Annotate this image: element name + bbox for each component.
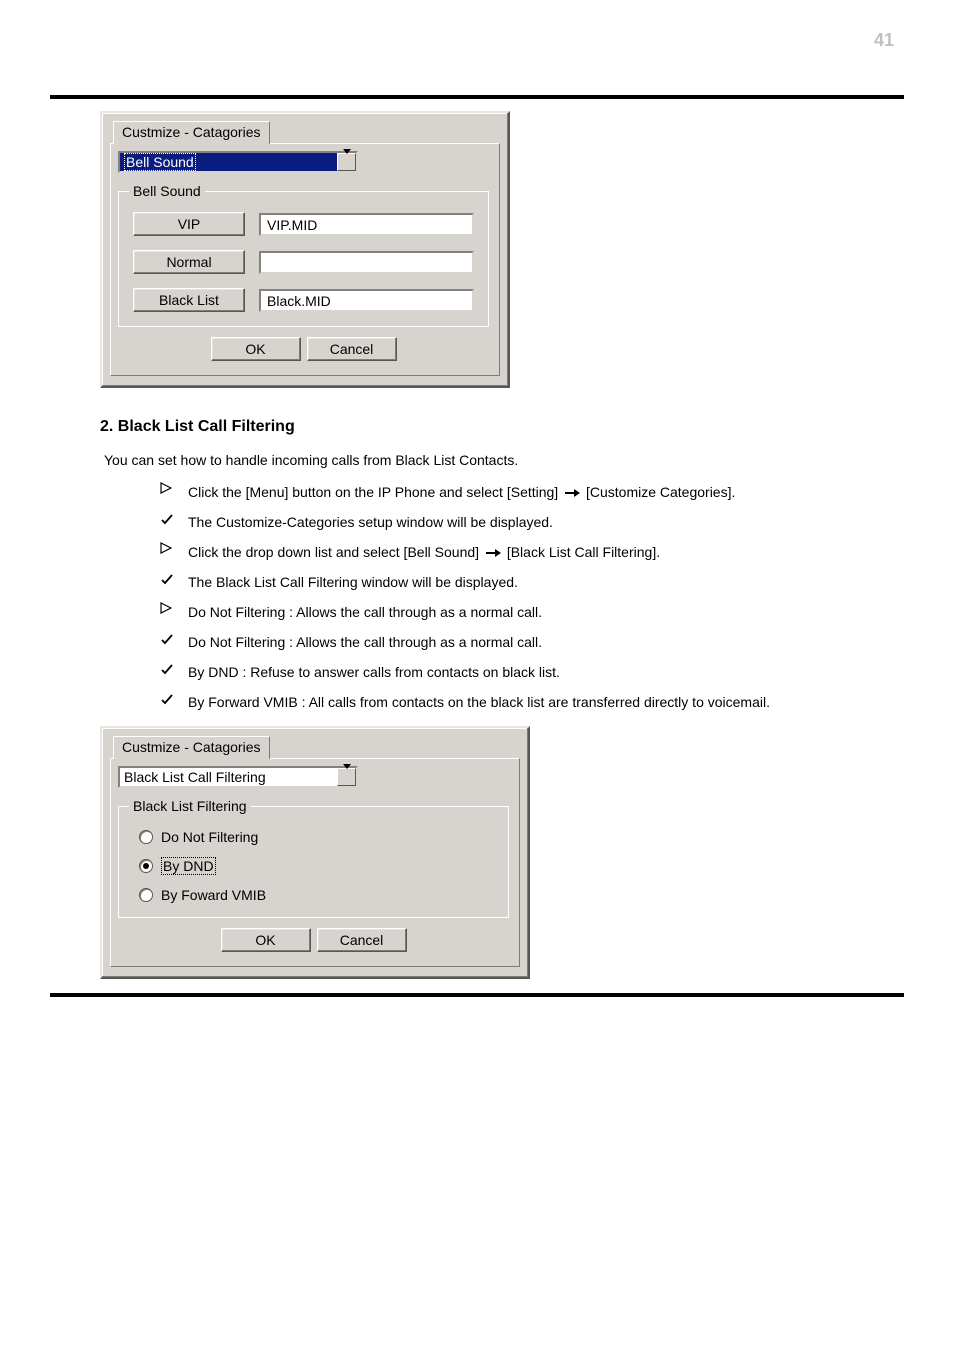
- triangle-bullet-icon: [160, 602, 178, 614]
- divider-top: [50, 95, 904, 99]
- radio-icon: [139, 888, 153, 902]
- step-1-post: [Customize Categories].: [586, 484, 735, 500]
- result-2-text: The Black List Call Filtering window wil…: [188, 572, 860, 592]
- cancel-button[interactable]: Cancel: [307, 337, 397, 361]
- combo-button[interactable]: [337, 153, 356, 171]
- option-desc-2: By DND : Refuse to answer calls from con…: [160, 662, 860, 682]
- combo-button[interactable]: [337, 768, 356, 786]
- blacklist-button[interactable]: Black List: [133, 288, 245, 312]
- fieldset-legend: Black List Filtering: [129, 798, 251, 814]
- section-title: 2. Black List Call Filtering: [100, 418, 860, 436]
- step-2-post: [Black List Call Filtering].: [507, 544, 660, 560]
- radio-by-forward-vmib[interactable]: By Foward VMIB: [139, 887, 494, 903]
- combo-value: Bell Sound: [124, 153, 196, 171]
- arrow-right-icon: [564, 484, 584, 500]
- arrow-right-icon: [485, 544, 505, 560]
- fieldset-blacklist-filtering: Black List Filtering Do Not Filtering By…: [118, 806, 509, 918]
- dialog-bell-sound: Custmize - Catagories Bell Sound Bell So…: [100, 111, 510, 388]
- option-desc-3: By Forward VMIB : All calls from contact…: [160, 692, 860, 712]
- section-intro: You can set how to handle incoming calls…: [104, 452, 860, 468]
- result-2: The Black List Call Filtering window wil…: [160, 572, 860, 592]
- normal-button[interactable]: Normal: [133, 250, 245, 274]
- triangle-bullet-icon: [160, 482, 178, 494]
- tab-customize-categories[interactable]: Custmize - Catagories: [113, 736, 270, 759]
- radio-do-not-filtering[interactable]: Do Not Filtering: [139, 829, 494, 845]
- step-3: Do Not Filtering : Allows the call throu…: [160, 602, 860, 622]
- chevron-down-icon: [343, 154, 351, 170]
- step-2-pre: Click the drop down list and select [Bel…: [188, 544, 483, 560]
- divider-bottom: [50, 993, 904, 997]
- categories-combo[interactable]: Bell Sound: [118, 151, 358, 173]
- radio-icon: [139, 859, 153, 873]
- step-1: Click the [Menu] button on the IP Phone …: [160, 482, 860, 502]
- step-3-text: Do Not Filtering : Allows the call throu…: [188, 602, 860, 622]
- page-number: 41: [874, 30, 894, 51]
- normal-value-field[interactable]: [259, 251, 474, 274]
- tab-label: Custmize - Catagories: [122, 739, 261, 755]
- result-1-text: The Customize-Categories setup window wi…: [188, 512, 860, 532]
- radio-icon: [139, 830, 153, 844]
- result-1: The Customize-Categories setup window wi…: [160, 512, 860, 532]
- triangle-bullet-icon: [160, 542, 178, 554]
- dialog-blacklist-filtering: Custmize - Catagories Black List Call Fi…: [100, 726, 530, 979]
- fieldset-legend: Bell Sound: [129, 183, 205, 199]
- vip-value-field[interactable]: VIP.MID: [259, 213, 474, 236]
- tab-label: Custmize - Catagories: [122, 124, 261, 140]
- check-icon: [160, 632, 178, 646]
- step-1-pre: Click the [Menu] button on the IP Phone …: [188, 484, 562, 500]
- blacklist-value-field[interactable]: Black.MID: [259, 289, 474, 312]
- step-2: Click the drop down list and select [Bel…: [160, 542, 860, 562]
- check-icon: [160, 572, 178, 586]
- fieldset-bell-sound: Bell Sound VIP VIP.MID Normal Black List…: [118, 191, 489, 327]
- radio-label: Do Not Filtering: [161, 829, 258, 845]
- categories-combo[interactable]: Black List Call Filtering: [118, 766, 358, 788]
- option-desc-3-text: By Forward VMIB : All calls from contact…: [188, 692, 860, 712]
- radio-label: By Foward VMIB: [161, 887, 266, 903]
- cancel-button[interactable]: Cancel: [317, 928, 407, 952]
- ok-button[interactable]: OK: [211, 337, 301, 361]
- combo-value: Black List Call Filtering: [124, 769, 266, 785]
- radio-label: By DND: [161, 857, 216, 875]
- instructions-section: 2. Black List Call Filtering You can set…: [100, 418, 860, 712]
- option-desc-1-text: Do Not Filtering : Allows the call throu…: [188, 632, 860, 652]
- tab-customize-categories[interactable]: Custmize - Catagories: [113, 121, 270, 144]
- vip-button[interactable]: VIP: [133, 212, 245, 236]
- check-icon: [160, 662, 178, 676]
- option-desc-2-text: By DND : Refuse to answer calls from con…: [188, 662, 860, 682]
- check-icon: [160, 692, 178, 706]
- chevron-down-icon: [343, 769, 351, 785]
- option-desc-1: Do Not Filtering : Allows the call throu…: [160, 632, 860, 652]
- check-icon: [160, 512, 178, 526]
- radio-by-dnd[interactable]: By DND: [139, 857, 494, 875]
- ok-button[interactable]: OK: [221, 928, 311, 952]
